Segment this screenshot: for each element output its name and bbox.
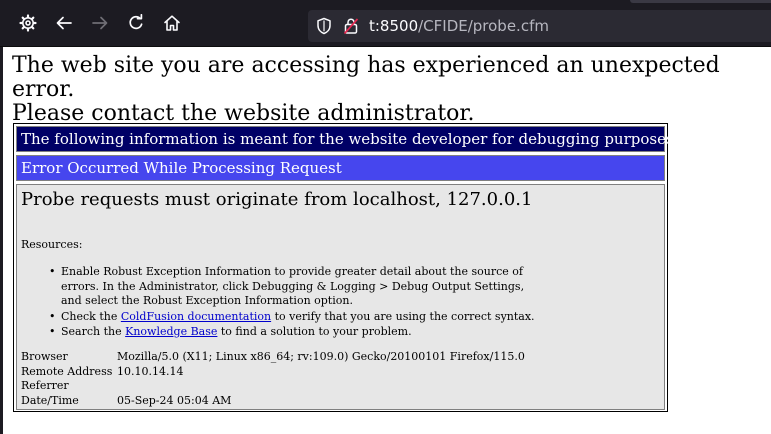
knowledge-base-link[interactable]: Knowledge Base bbox=[125, 325, 217, 338]
resource-item-documentation: • Check the ColdFusion documentation to … bbox=[21, 310, 535, 325]
back-button[interactable] bbox=[53, 12, 75, 34]
table-row: Date/Time 05-Sep-24 05:04 AM bbox=[21, 394, 525, 409]
settings-button[interactable] bbox=[17, 12, 39, 34]
error-body: Probe requests must originate from local… bbox=[16, 184, 665, 410]
window-frame-left bbox=[0, 47, 3, 434]
arrow-right-icon bbox=[92, 16, 108, 30]
error-headline: The web site you are accessing has exper… bbox=[12, 54, 769, 126]
resource-item-knowledge-base: • Search the Knowledge Base to find a so… bbox=[21, 325, 535, 340]
browser-toolbar: t:8500/CFIDE/probe.cfm bbox=[0, 0, 771, 47]
info-key: Referrer bbox=[21, 379, 69, 392]
table-row: Remote Address 10.10.14.14 bbox=[21, 365, 525, 380]
tab-strip-edge bbox=[630, 0, 771, 3]
reload-button[interactable] bbox=[125, 12, 147, 34]
gear-icon bbox=[19, 14, 37, 32]
error-details-panel: The following information is meant for t… bbox=[13, 123, 678, 412]
insecure-lock-icon[interactable] bbox=[343, 17, 359, 35]
resource-item-1-line-3: and select the Robust Exception Informat… bbox=[61, 294, 353, 307]
resource-item-1-line-2: errors. In the Administrator, click Debu… bbox=[61, 279, 525, 293]
resource-item-3-post: to find a solution to your problem. bbox=[217, 325, 412, 338]
page-content: The web site you are accessing has exper… bbox=[12, 54, 769, 126]
developer-info-bar: The following information is meant for t… bbox=[16, 126, 678, 152]
url-text[interactable]: t:8500/CFIDE/probe.cfm bbox=[369, 17, 549, 35]
resource-item-2-post: to verify that you are using the correct… bbox=[271, 309, 535, 323]
error-title-bar: Error Occurred While Processing Request bbox=[16, 155, 665, 181]
url-bar[interactable]: t:8500/CFIDE/probe.cfm bbox=[308, 10, 771, 42]
resources-label: Resources: bbox=[21, 238, 83, 251]
table-row: Referrer bbox=[21, 379, 525, 394]
coldfusion-documentation-link[interactable]: ColdFusion documentation bbox=[121, 310, 271, 323]
info-key: Remote Address bbox=[21, 364, 113, 378]
home-button[interactable] bbox=[161, 12, 183, 34]
resource-item-1-line-1: Enable Robust Exception Information to p… bbox=[61, 265, 523, 278]
info-value: 10.10.14.14 bbox=[117, 364, 184, 378]
resource-item-3-pre: Search the bbox=[61, 325, 126, 338]
headline-line-1: The web site you are accessing has exper… bbox=[12, 53, 720, 102]
arrow-left-icon bbox=[56, 16, 72, 30]
resource-item-robust-exception: • Enable Robust Exception Information to… bbox=[21, 265, 535, 309]
forward-button[interactable] bbox=[89, 12, 111, 34]
info-value: Mozilla/5.0 (X11; Linux x86_64; rv:109.0… bbox=[117, 350, 525, 363]
home-icon bbox=[164, 15, 180, 31]
info-key: Date/Time bbox=[21, 393, 79, 407]
bullet: • bbox=[49, 309, 56, 323]
info-key: Browser bbox=[21, 350, 68, 363]
error-message: Probe requests must originate from local… bbox=[21, 189, 533, 210]
request-info-table: Browser Mozilla/5.0 (X11; Linux x86_64; … bbox=[21, 350, 525, 408]
info-value bbox=[117, 379, 525, 394]
url-path: /CFIDE/probe.cfm bbox=[418, 17, 549, 35]
bullet: • bbox=[49, 265, 56, 278]
resources-list: • Enable Robust Exception Information to… bbox=[21, 265, 535, 341]
reload-icon bbox=[129, 14, 143, 30]
url-host: t:8500 bbox=[369, 17, 419, 35]
resource-item-2-pre: Check the bbox=[61, 309, 121, 323]
bullet: • bbox=[49, 325, 56, 338]
table-row: Browser Mozilla/5.0 (X11; Linux x86_64; … bbox=[21, 350, 525, 365]
shield-icon[interactable] bbox=[316, 17, 332, 35]
info-value: 05-Sep-24 05:04 AM bbox=[117, 393, 232, 407]
